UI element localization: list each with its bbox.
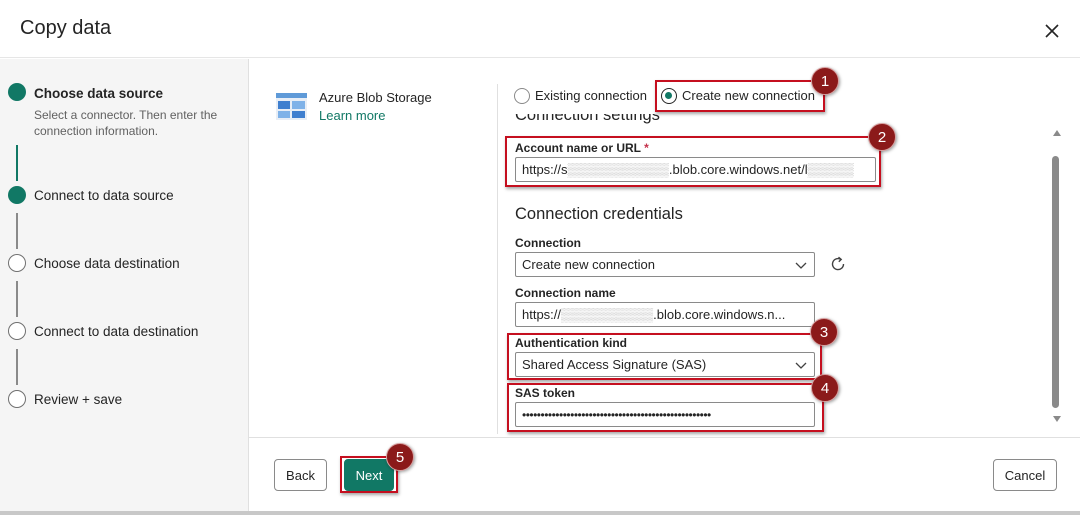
connection-name-input[interactable]: https://▒▒▒▒▒▒▒▒▒▒.blob.core.windows.n..…	[515, 302, 815, 327]
step-connector-line	[16, 349, 18, 385]
connection-select[interactable]: Create new connection	[515, 252, 815, 277]
wizard-steps-sidebar: Choose data source Select a connector. T…	[0, 59, 249, 511]
azure-blob-storage-icon	[276, 93, 307, 120]
step-label: Choose data source	[34, 86, 164, 101]
callout-box-sas-token	[507, 383, 824, 432]
refresh-icon[interactable]	[828, 254, 848, 274]
scroll-down-arrow-icon[interactable]	[1052, 414, 1062, 424]
step-connector-line	[16, 145, 18, 181]
step-connector-line	[16, 281, 18, 317]
scrollbar-thumb[interactable]	[1052, 156, 1059, 408]
dialog-header: Copy data	[0, 0, 1080, 58]
step-label: Connect to data source	[34, 188, 174, 203]
callout-badge: 4	[811, 374, 839, 402]
step-label: Connect to data destination	[34, 324, 199, 339]
step-label: Review + save	[34, 392, 123, 407]
step-connector-line	[16, 213, 18, 249]
scroll-clip: Connection settings	[505, 114, 1045, 128]
step-complete-icon	[8, 83, 26, 101]
callout-badge: 3	[810, 318, 838, 346]
redacted-text: ▒▒▒▒▒▒▒▒▒▒	[561, 307, 654, 322]
connector-name: Azure Blob Storage	[319, 90, 432, 105]
step-complete-icon	[8, 186, 26, 204]
step-pending-icon	[8, 322, 26, 340]
existing-connection-label: Existing connection	[535, 88, 648, 103]
close-icon[interactable]	[1040, 19, 1064, 43]
chevron-down-icon	[795, 262, 807, 269]
connection-label: Connection	[515, 236, 581, 250]
step-pending-icon	[8, 254, 26, 272]
callout-box-account-url	[505, 136, 881, 187]
connection-credentials-heading: Connection credentials	[515, 205, 683, 223]
callout-badge: 5	[386, 443, 414, 471]
step-label: Choose data destination	[34, 256, 180, 271]
back-button[interactable]: Back	[274, 459, 327, 491]
callout-badge: 2	[868, 123, 896, 151]
step-pending-icon	[8, 390, 26, 408]
callout-badge: 1	[811, 67, 839, 95]
window-bottom-edge	[0, 511, 1080, 515]
step-description: Select a connector. Then enter the conne…	[34, 108, 218, 138]
connection-name-label: Connection name	[515, 286, 616, 300]
cancel-button[interactable]: Cancel	[993, 459, 1057, 491]
panel-divider	[497, 84, 498, 434]
callout-box-authentication-kind	[507, 333, 822, 380]
existing-connection-radio[interactable]	[514, 88, 530, 104]
connection-settings-heading: Connection settings	[515, 114, 660, 124]
callout-box-create-new-connection	[655, 80, 825, 112]
dialog-title: Copy data	[20, 17, 112, 39]
scroll-up-arrow-icon[interactable]	[1052, 128, 1062, 138]
learn-more-link[interactable]: Learn more	[319, 108, 385, 123]
footer-divider	[249, 437, 1080, 438]
